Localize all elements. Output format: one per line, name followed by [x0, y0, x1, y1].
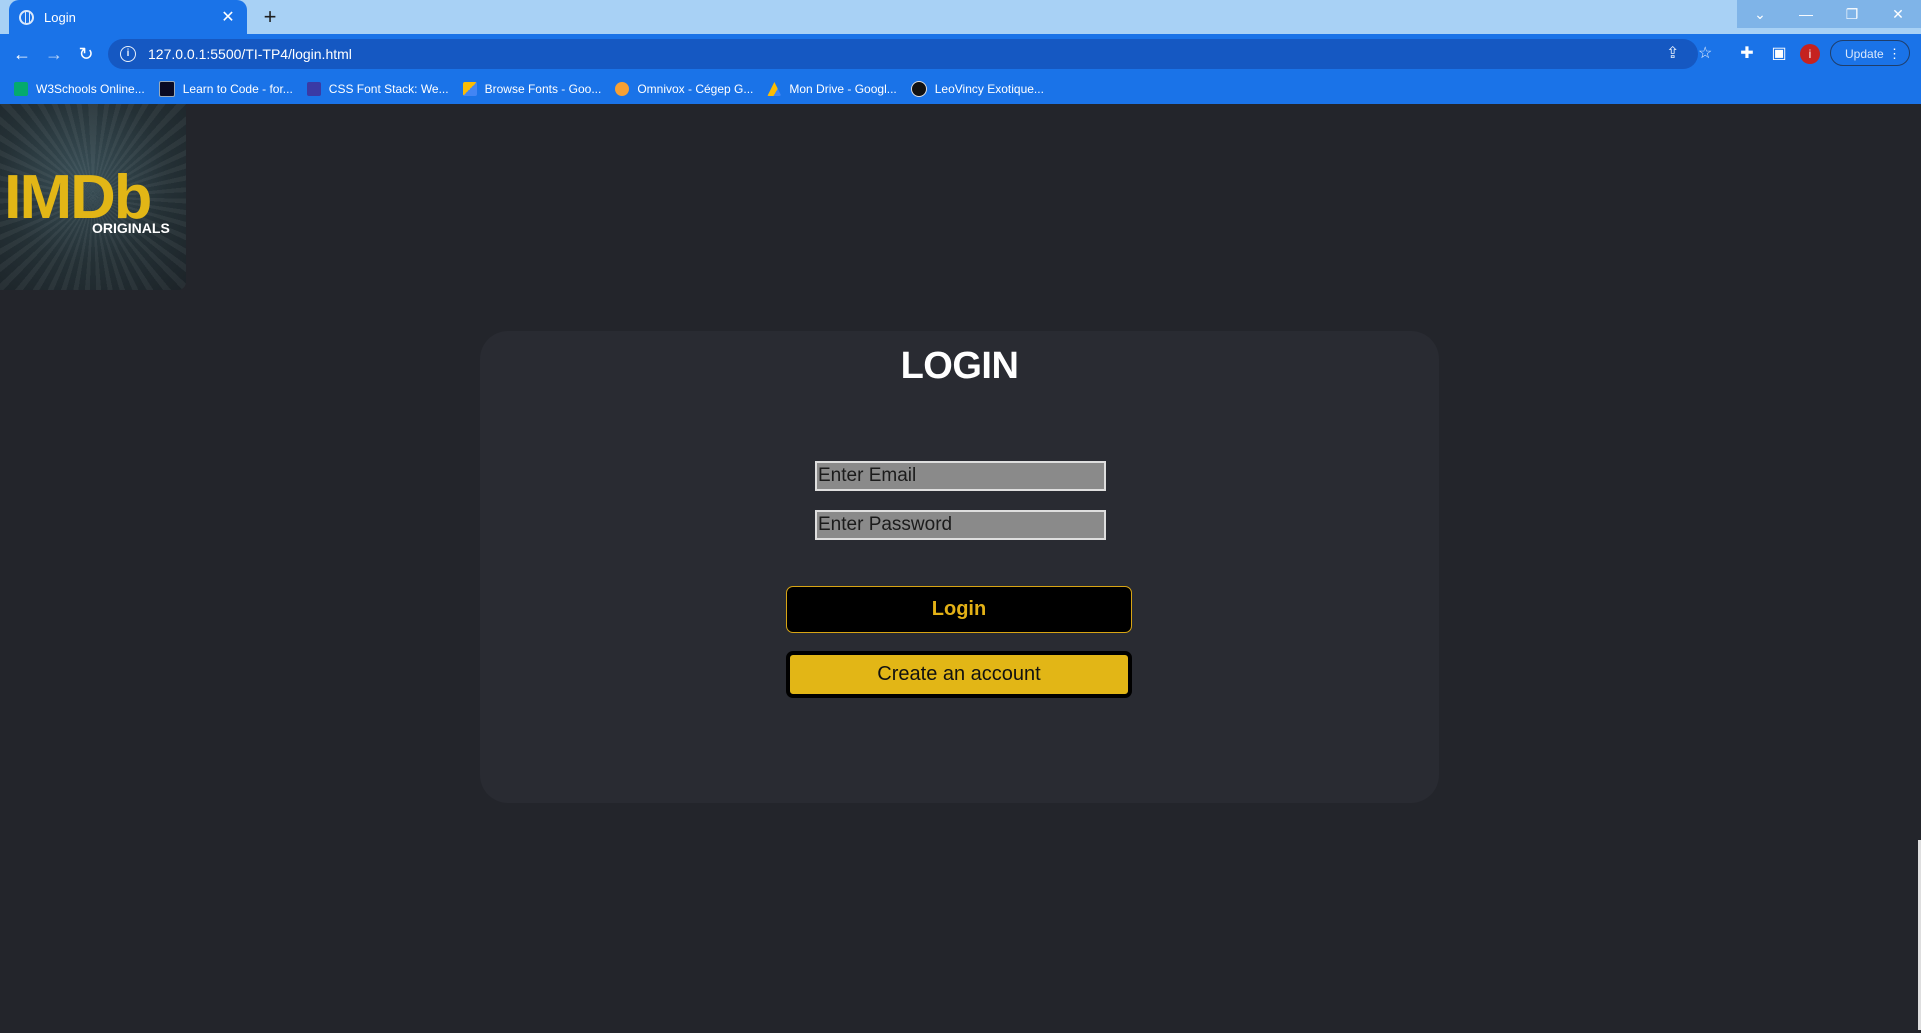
google-fonts-icon	[462, 82, 477, 96]
google-drive-icon	[767, 82, 782, 96]
forward-arrow-icon[interactable]: →	[40, 40, 68, 68]
back-arrow-icon[interactable]: ←	[8, 40, 36, 68]
update-label: Update	[1845, 47, 1884, 61]
leovincy-icon	[910, 81, 927, 97]
bookmark-label: CSS Font Stack: We...	[328, 82, 449, 96]
url-input[interactable]	[146, 45, 1050, 63]
bookmark-label: LeoVincy Exotique...	[934, 82, 1044, 96]
bookmark-freecodecamp[interactable]: Learn to Code - for...	[158, 81, 293, 97]
logo-sub-text: ORIGINALS	[92, 220, 170, 236]
bookmark-label: Learn to Code - for...	[182, 82, 293, 96]
tab-close-icon[interactable]: ✕	[219, 7, 237, 27]
bookmark-cssfontstack[interactable]: CSS Font Stack: We...	[306, 82, 449, 96]
bookmark-label: Mon Drive - Googl...	[789, 82, 897, 96]
browser-tab[interactable]: Login ✕	[9, 0, 247, 34]
login-card: LOGIN Login Create an account	[480, 331, 1439, 803]
create-account-button[interactable]: Create an account	[786, 651, 1132, 698]
bookmark-label: W3Schools Online...	[36, 82, 145, 96]
minimize-button[interactable]: —	[1783, 0, 1829, 28]
imdb-originals-logo: IMDb ORIGINALS	[0, 104, 186, 290]
browser-toolbar: ← → ↻ i ⇪ ☆ ✚ ▣ i Update ⋮ W3Schools Onl…	[0, 34, 1921, 104]
close-window-button[interactable]: ✕	[1875, 0, 1921, 28]
profile-avatar[interactable]: i	[1800, 44, 1820, 64]
login-button[interactable]: Login	[786, 586, 1132, 633]
globe-icon	[19, 9, 34, 25]
bookmark-w3schools[interactable]: W3Schools Online...	[14, 82, 145, 96]
reload-icon[interactable]: ↻	[72, 40, 100, 68]
share-icon[interactable]: ⇪	[1666, 39, 1679, 69]
bookmark-leovincy[interactable]: LeoVincy Exotique...	[910, 81, 1044, 97]
cssfontstack-icon	[306, 82, 321, 96]
bookmark-omnivox[interactable]: Omnivox - Cégep G...	[615, 82, 753, 96]
new-tab-button[interactable]: +	[256, 4, 284, 30]
extensions-icon[interactable]: ✚	[1733, 40, 1761, 68]
login-heading: LOGIN	[900, 345, 1019, 387]
bookmark-label: Browse Fonts - Goo...	[484, 82, 602, 96]
restore-button[interactable]: ❐	[1829, 0, 1875, 28]
site-info-icon[interactable]: i	[120, 46, 136, 62]
bookmark-label: Omnivox - Cégep G...	[637, 82, 754, 96]
w3schools-icon	[14, 82, 28, 96]
tab-search-icon[interactable]: ⌄	[1737, 0, 1783, 28]
freecodecamp-icon	[158, 81, 175, 97]
update-button[interactable]: Update ⋮	[1830, 40, 1910, 66]
address-bar[interactable]: i ⇪ ☆	[108, 39, 1712, 69]
browser-tab-strip: Login ✕ + ⌄ — ❐ ✕	[0, 0, 1921, 34]
bookmark-google-drive[interactable]: Mon Drive - Googl...	[767, 82, 897, 96]
menu-dots-icon[interactable]: ⋮	[1888, 41, 1901, 67]
tab-title: Login	[44, 9, 76, 25]
password-field[interactable]	[815, 510, 1106, 540]
bookmark-google-fonts[interactable]: Browse Fonts - Goo...	[462, 82, 602, 96]
omnivox-icon	[615, 82, 630, 96]
side-panel-icon[interactable]: ▣	[1765, 40, 1793, 68]
bookmarks-bar: W3Schools Online... Learn to Code - for.…	[0, 74, 1058, 104]
bookmark-star-icon[interactable]: ☆	[1698, 39, 1712, 69]
email-field[interactable]	[815, 461, 1106, 491]
